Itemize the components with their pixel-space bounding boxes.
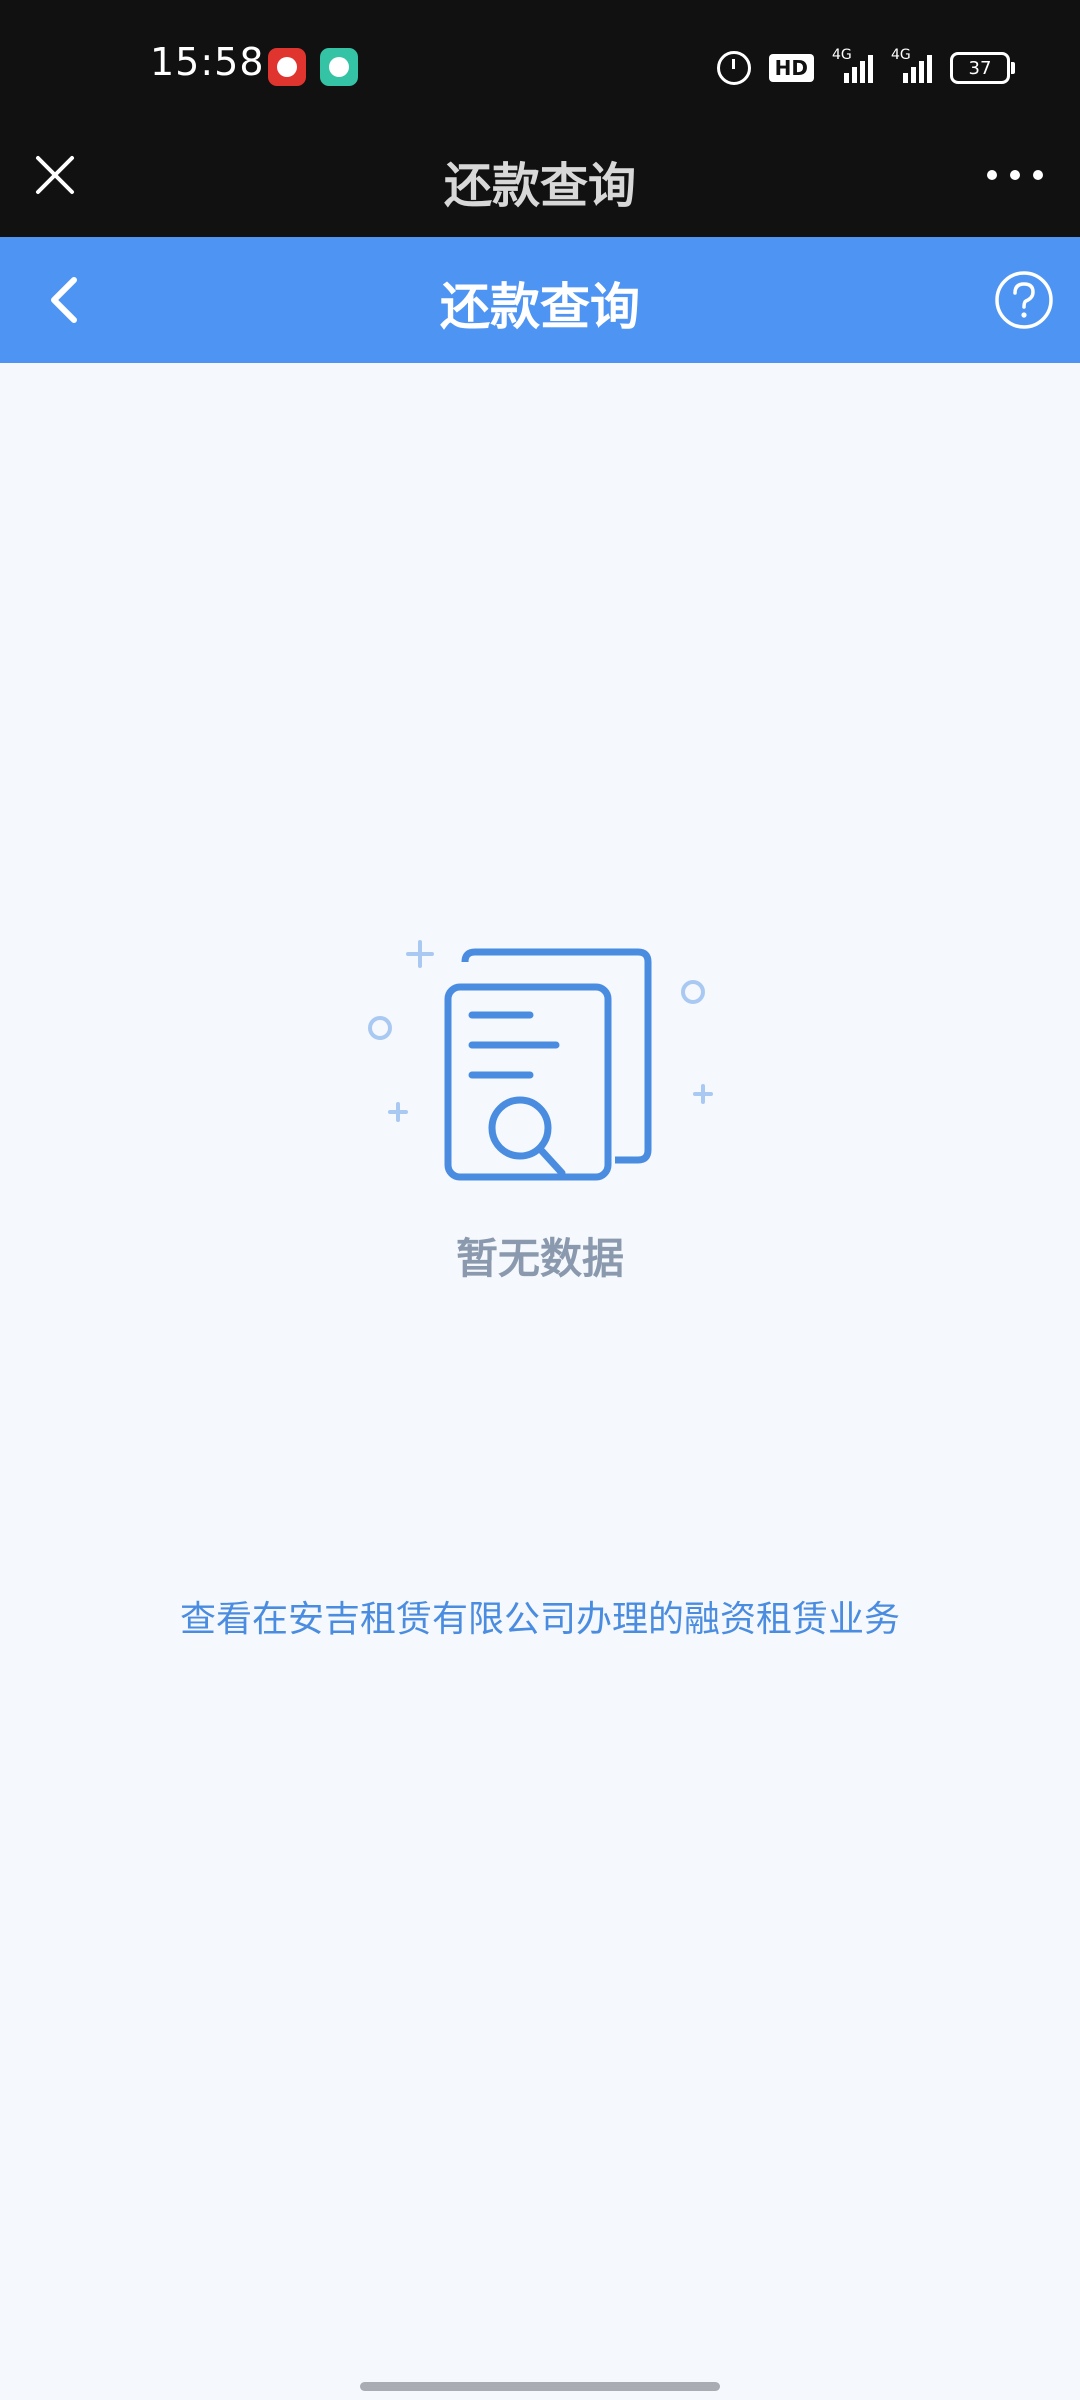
notification-app-icon <box>268 48 306 86</box>
page-title: 还款查询 <box>440 278 640 336</box>
business-info-link[interactable]: 查看在安吉租赁有限公司办理的融资租赁业务 <box>0 1590 1080 1642</box>
help-icon <box>995 271 1053 329</box>
hd-badge: HD <box>768 54 814 82</box>
status-bar: 15:58 HD 4G 4G 37 <box>0 0 1080 120</box>
help-button[interactable] <box>993 269 1055 331</box>
app-top-bar: 还款查询 <box>0 120 1080 237</box>
status-time: 15:58 <box>150 40 265 84</box>
status-indicators: HD 4G 4G 37 <box>716 47 1015 86</box>
alarm-icon <box>716 51 751 85</box>
home-indicator[interactable] <box>360 2382 720 2391</box>
empty-document-search-icon <box>368 940 713 1181</box>
signal-icon: 4G <box>832 47 873 83</box>
more-icon <box>987 170 1043 180</box>
page-header: 还款查询 <box>0 237 1080 363</box>
empty-state-message: 暂无数据 <box>455 1234 624 1283</box>
battery-icon: 37 <box>950 52 1015 84</box>
notification-chat-icon <box>320 48 358 86</box>
signal-icon-2: 4G <box>891 47 932 83</box>
more-button[interactable] <box>980 160 1050 190</box>
top-bar-title: 还款查询 <box>443 158 636 214</box>
